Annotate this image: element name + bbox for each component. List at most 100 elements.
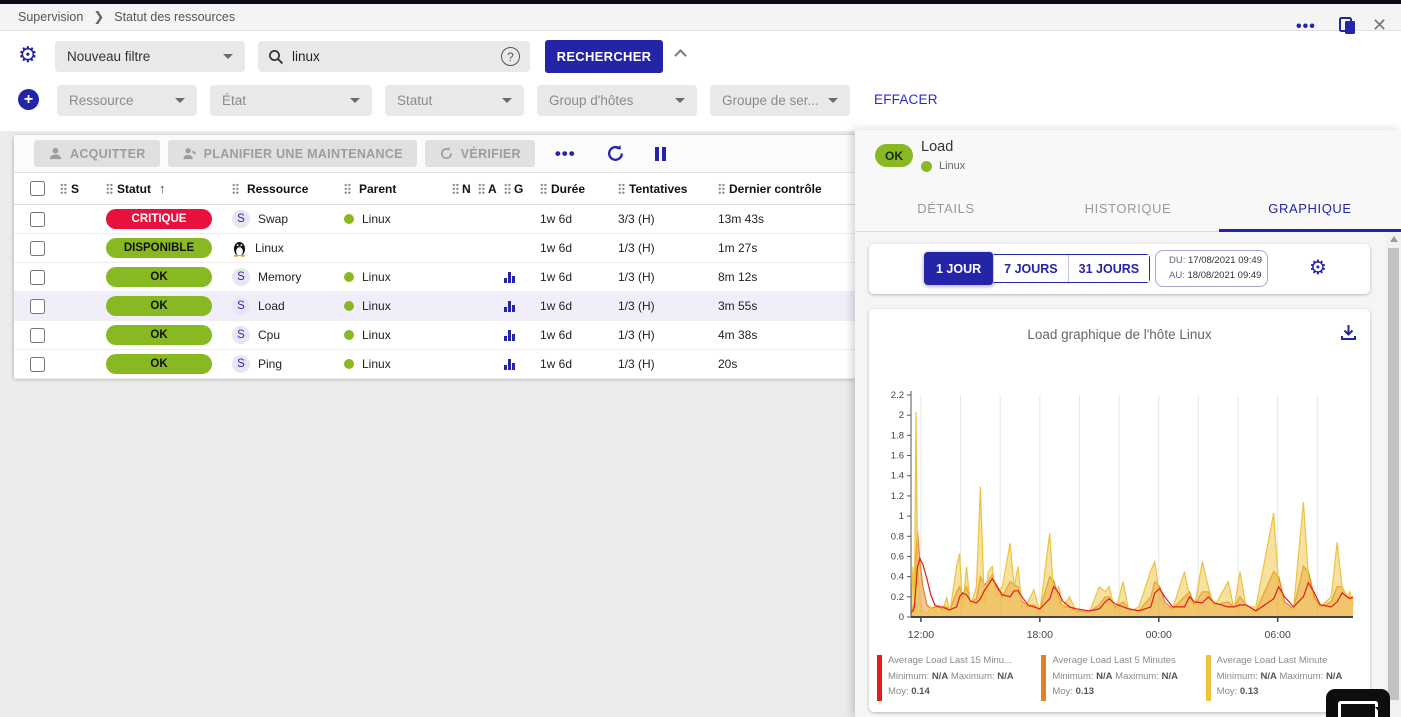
criteria-label: Ressource [69,93,134,108]
legend-item-load5[interactable]: Average Load Last 5 Minutes Minimum: N/A… [1041,653,1202,701]
drag-dots-icon[interactable] [232,183,239,195]
legend-avg-value: 0.14 [911,686,930,697]
breadcrumb-item-supervision[interactable]: Supervision [18,10,83,24]
acknowledge-button[interactable]: ACQUITTER [34,140,160,167]
graph-chart-icon[interactable] [504,300,515,312]
row-checkbox[interactable] [30,212,45,227]
header-status[interactable]: Statut [117,182,151,196]
criteria-hostgroup-select[interactable]: Group d'hôtes [537,85,697,116]
screen-share-overlay-icon [1326,689,1390,717]
check-button[interactable]: VÉRIFIER [425,140,535,167]
parent-name[interactable]: Linux [362,328,391,342]
header-last-check[interactable]: Dernier contrôle [729,182,822,196]
drag-dots-icon[interactable] [540,183,547,195]
tab-details[interactable]: DÉTAILS [855,186,1037,231]
downtime-button[interactable]: PLANIFIER UNE MAINTENANCE [168,140,417,167]
criteria-status-select[interactable]: Statut [385,85,524,116]
resource-name[interactable]: Linux [255,241,284,255]
graph-chart-icon[interactable] [504,358,515,370]
legend-item-load15[interactable]: Average Load Last 15 Minu... Minimum: N/… [877,653,1038,701]
parent-name[interactable]: Linux [362,212,391,226]
parent-name[interactable]: Linux [362,299,391,313]
breadcrumb-item-resource-status[interactable]: Statut des ressources [114,10,235,24]
resource-name[interactable]: Load [258,299,285,313]
filter-settings-gear-icon[interactable]: ⚙ [18,42,38,68]
search-button[interactable]: RECHERCHER [545,40,663,73]
legend-max-value: N/A [997,671,1013,682]
criteria-state-select[interactable]: État [210,85,372,116]
download-graph-icon[interactable] [1339,323,1358,342]
table-row-linux-host[interactable]: DISPONIBLE Linux 1w 6d 1/3 (H) [14,234,855,263]
clear-filters-button[interactable]: EFFACER [874,92,938,107]
table-row-load-selected[interactable]: OK SLoad Linux 1w 6d 1/3 (H) 3m 55s [14,292,855,321]
row-checkbox[interactable] [30,241,45,256]
drag-dots-icon[interactable] [344,183,351,195]
legend-max-value: N/A [1326,671,1342,682]
panel-scrollbar-thumb[interactable] [1388,248,1399,700]
header-resource[interactable]: Ressource [247,182,308,196]
search-help-icon[interactable]: ? [501,47,520,66]
graph-chart-icon[interactable] [504,271,515,283]
more-actions-icon[interactable]: ••• [555,144,576,164]
row-checkbox[interactable] [30,270,45,285]
tab-history[interactable]: HISTORIQUE [1037,186,1219,231]
panel-more-actions-icon[interactable]: ••• [1296,18,1316,36]
drag-dots-icon[interactable] [504,183,511,195]
row-checkbox[interactable] [30,299,45,314]
criteria-servicegroup-select[interactable]: Groupe de ser... [710,85,850,116]
host-up-dot-icon [344,330,354,340]
select-all-checkbox[interactable] [30,181,45,196]
table-row-memory[interactable]: OK SMemory Linux 1w 6d 1/3 (H) 8m 12s [14,263,855,292]
range-1-day-button[interactable]: 1 JOUR [924,252,994,285]
tab-graph[interactable]: GRAPHIQUE [1219,186,1401,231]
resource-name[interactable]: Cpu [258,328,280,342]
drag-dots-icon[interactable] [718,183,725,195]
pause-icon[interactable] [655,147,666,161]
criteria-resource-select[interactable]: Ressource [57,85,197,116]
downtime-label: PLANIFIER UNE MAINTENANCE [204,147,403,161]
drag-dots-icon[interactable] [60,183,67,195]
header-tries[interactable]: Tentatives [629,182,687,196]
load-chart[interactable]: 00.20.40.60.811.21.41.61.822.212:0018:00… [875,385,1363,647]
header-duration[interactable]: Durée [551,182,585,196]
table-row-swap[interactable]: CRITIQUE SSwap Linux 1w 6d 3/3 (H) 13m 4… [14,205,855,234]
add-criteria-button[interactable]: + [18,89,39,110]
sort-asc-icon[interactable]: ↑ [159,181,166,196]
custom-period-box[interactable]: DU: 17/08/2021 09:49 AU: 18/08/2021 09:4… [1155,250,1268,287]
graph-chart-icon[interactable] [504,329,515,341]
header-severity[interactable]: S [71,182,79,196]
refresh-icon[interactable] [606,144,625,163]
header-graph[interactable]: G [514,182,523,196]
header-action[interactable]: A [488,182,497,196]
table-header-row: S Statut ↑ Ressource Parent N A G Durée T… [14,172,855,205]
resource-name[interactable]: Memory [258,270,301,284]
header-parent[interactable]: Parent [359,182,396,196]
scroll-up-arrow-icon[interactable] [1390,236,1398,242]
drag-dots-icon[interactable] [618,183,625,195]
copy-link-icon[interactable] [1337,15,1358,36]
period-from-value: 17/08/2021 09:49 [1188,255,1262,266]
drag-dots-icon[interactable] [478,183,485,195]
chevron-down-icon [828,98,838,103]
range-31-days-button[interactable]: 31 JOURS [1069,255,1149,282]
range-7-days-button[interactable]: 7 JOURS [994,255,1069,282]
search-input[interactable] [292,49,493,64]
table-row-cpu[interactable]: OK SCpu Linux 1w 6d 1/3 (H) 4m 38s [14,321,855,350]
table-row-ping[interactable]: OK SPing Linux 1w 6d 1/3 (H) 20s [14,350,855,379]
chevron-down-icon [502,98,512,103]
close-panel-icon[interactable]: ✕ [1372,15,1387,36]
service-icon: S [232,297,250,315]
header-notes[interactable]: N [462,182,471,196]
table-body: CRITIQUE SSwap Linux 1w 6d 3/3 (H) 13m 4… [14,205,855,379]
collapse-filters-chevron-icon[interactable] [674,49,687,62]
resource-name[interactable]: Swap [258,212,288,226]
row-checkbox[interactable] [30,328,45,343]
drag-dots-icon[interactable] [106,183,113,195]
row-checkbox[interactable] [30,357,45,372]
parent-name[interactable]: Linux [362,357,391,371]
saved-filter-select[interactable]: Nouveau filtre [55,41,245,72]
resource-name[interactable]: Ping [258,357,282,371]
parent-name[interactable]: Linux [362,270,391,284]
drag-dots-icon[interactable] [452,183,459,195]
graph-settings-gear-icon[interactable]: ⚙ [1309,255,1327,280]
